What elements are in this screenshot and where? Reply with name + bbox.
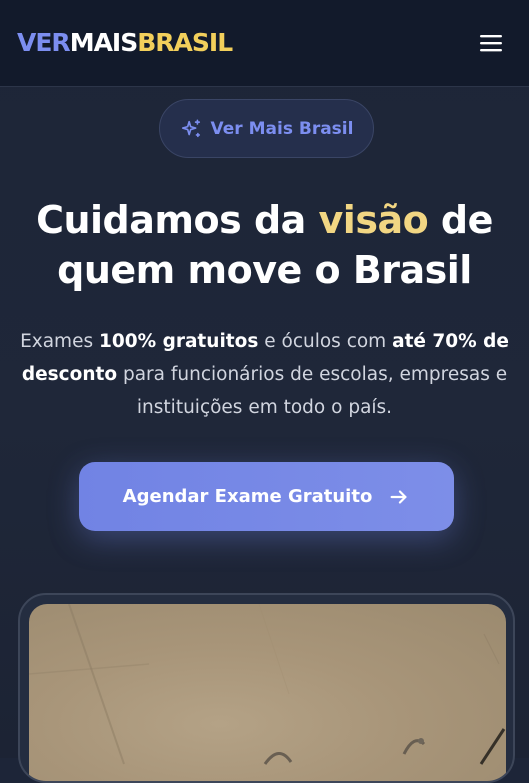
desc-text-1: Exames: [20, 331, 99, 352]
site-logo[interactable]: VERMAISBRASIL: [17, 27, 233, 59]
brand-badge[interactable]: Ver Mais Brasil: [159, 99, 374, 158]
sparkles-icon: [181, 118, 200, 137]
hero-description: Exames 100% gratuitos e óculos com até 7…: [14, 325, 515, 424]
desc-text-2: e óculos com: [258, 331, 393, 352]
hero-photo: [29, 604, 506, 781]
hamburger-menu-icon: [480, 35, 502, 52]
logo-part-brasil: BRASIL: [137, 28, 233, 57]
schedule-exam-button[interactable]: Agendar Exame Gratuito: [79, 462, 454, 531]
desc-text-3: para funcionários de escolas, empresas e…: [117, 364, 508, 418]
site-header: VERMAISBRASIL: [0, 0, 529, 87]
arrow-right-icon: [390, 489, 407, 504]
cta-label: Agendar Exame Gratuito: [122, 486, 373, 507]
logo-part-mais: MAIS: [69, 28, 139, 57]
hero-image-frame: [18, 593, 515, 783]
menu-button[interactable]: [476, 30, 506, 56]
photo-texture: [29, 604, 506, 765]
logo-part-ver: VER: [17, 28, 71, 57]
headline-text-start: Cuidamos da: [36, 198, 319, 242]
desc-bold-free: 100% gratuitos: [98, 331, 259, 352]
hero-headline: Cuidamos da visão de quem move o Brasil: [10, 195, 519, 295]
headline-highlight: visão: [318, 198, 429, 242]
badge-label: Ver Mais Brasil: [210, 118, 354, 139]
